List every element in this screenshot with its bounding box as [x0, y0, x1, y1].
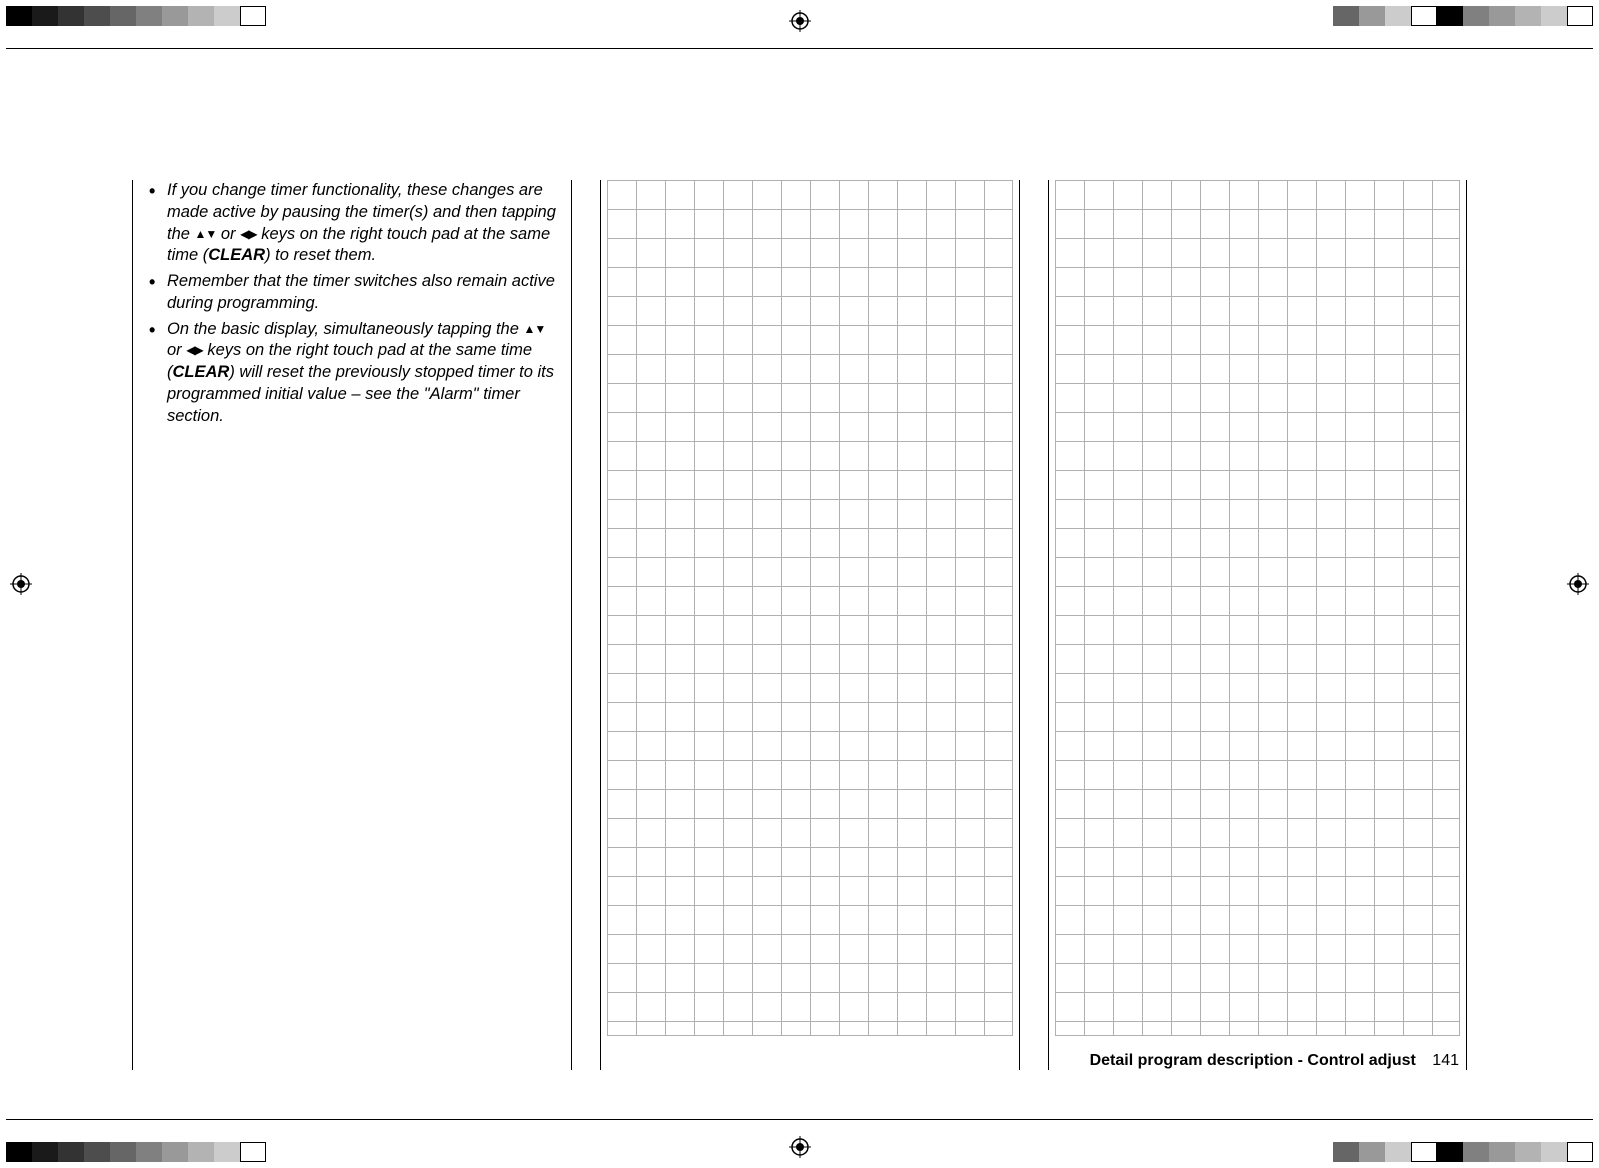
color-swatch — [1567, 6, 1593, 26]
color-swatch — [240, 1142, 266, 1162]
color-swatch — [1463, 1142, 1489, 1162]
bullet-list: If you change timer functionality, these… — [145, 180, 559, 427]
registration-mark-icon — [789, 1136, 811, 1158]
color-bar-top-left — [6, 6, 266, 26]
color-swatch — [1359, 6, 1385, 26]
color-swatch — [1359, 1142, 1385, 1162]
color-swatch — [136, 6, 162, 26]
arrow-left-right-icon: ◀▶ — [240, 227, 256, 243]
color-swatch — [240, 6, 266, 26]
color-swatch — [136, 1142, 162, 1162]
color-swatch — [110, 1142, 136, 1162]
page-footer: Detail program description - Control adj… — [1090, 1052, 1459, 1070]
column-layout: If you change timer functionality, these… — [132, 180, 1467, 1070]
color-swatch — [1489, 1142, 1515, 1162]
color-swatch — [1541, 6, 1567, 26]
grid-column — [600, 180, 1020, 1070]
color-swatch — [188, 6, 214, 26]
color-swatch — [58, 6, 84, 26]
color-swatch — [1385, 1142, 1411, 1162]
color-swatch — [1385, 6, 1411, 26]
registration-mark-icon — [789, 10, 811, 32]
color-bar-bottom-left — [6, 1142, 266, 1162]
color-swatch — [84, 1142, 110, 1162]
list-item: Remember that the timer switches also re… — [145, 271, 559, 315]
color-swatch — [84, 6, 110, 26]
list-item: On the basic display, simultaneously tap… — [145, 319, 559, 428]
color-swatch — [1463, 6, 1489, 26]
arrow-up-down-icon: ▲▼ — [195, 227, 217, 243]
color-swatch — [6, 1142, 32, 1162]
body-text: or — [167, 341, 186, 359]
color-swatch — [162, 6, 188, 26]
grid-paper — [1055, 180, 1461, 1036]
color-bar-top-right — [1333, 6, 1593, 26]
grid-column — [1048, 180, 1468, 1070]
body-text: or — [216, 225, 240, 243]
color-swatch — [1515, 6, 1541, 26]
page-number: 141 — [1432, 1052, 1459, 1069]
color-swatch — [1567, 1142, 1593, 1162]
color-swatch — [162, 1142, 188, 1162]
color-swatch — [1437, 6, 1463, 26]
color-swatch — [1515, 1142, 1541, 1162]
page-content: If you change timer functionality, these… — [0, 48, 1599, 1120]
list-item: If you change timer functionality, these… — [145, 180, 559, 267]
color-swatch — [32, 6, 58, 26]
keyword-clear: CLEAR — [173, 363, 230, 381]
footer-title: Detail program description - Control adj… — [1090, 1052, 1416, 1069]
color-swatch — [6, 6, 32, 26]
color-swatch — [1333, 6, 1359, 26]
color-swatch — [58, 1142, 84, 1162]
grid-paper — [607, 180, 1013, 1036]
keyword-clear: CLEAR — [208, 246, 265, 264]
color-swatch — [110, 6, 136, 26]
color-swatch — [1411, 6, 1437, 26]
color-swatch — [32, 1142, 58, 1162]
color-swatch — [1333, 1142, 1359, 1162]
color-swatch — [1437, 1142, 1463, 1162]
color-swatch — [188, 1142, 214, 1162]
color-swatch — [214, 6, 240, 26]
arrow-left-right-icon: ◀▶ — [186, 343, 202, 359]
color-bar-bottom-right — [1333, 1142, 1593, 1162]
text-column: If you change timer functionality, these… — [132, 180, 572, 1070]
color-swatch — [214, 1142, 240, 1162]
color-swatch — [1411, 1142, 1437, 1162]
color-swatch — [1489, 6, 1515, 26]
body-text: ) to reset them. — [265, 246, 376, 264]
body-text: On the basic display, simultaneously tap… — [167, 320, 523, 338]
arrow-up-down-icon: ▲▼ — [523, 322, 545, 338]
body-text: Remember that the timer switches also re… — [167, 272, 555, 312]
color-swatch — [1541, 1142, 1567, 1162]
